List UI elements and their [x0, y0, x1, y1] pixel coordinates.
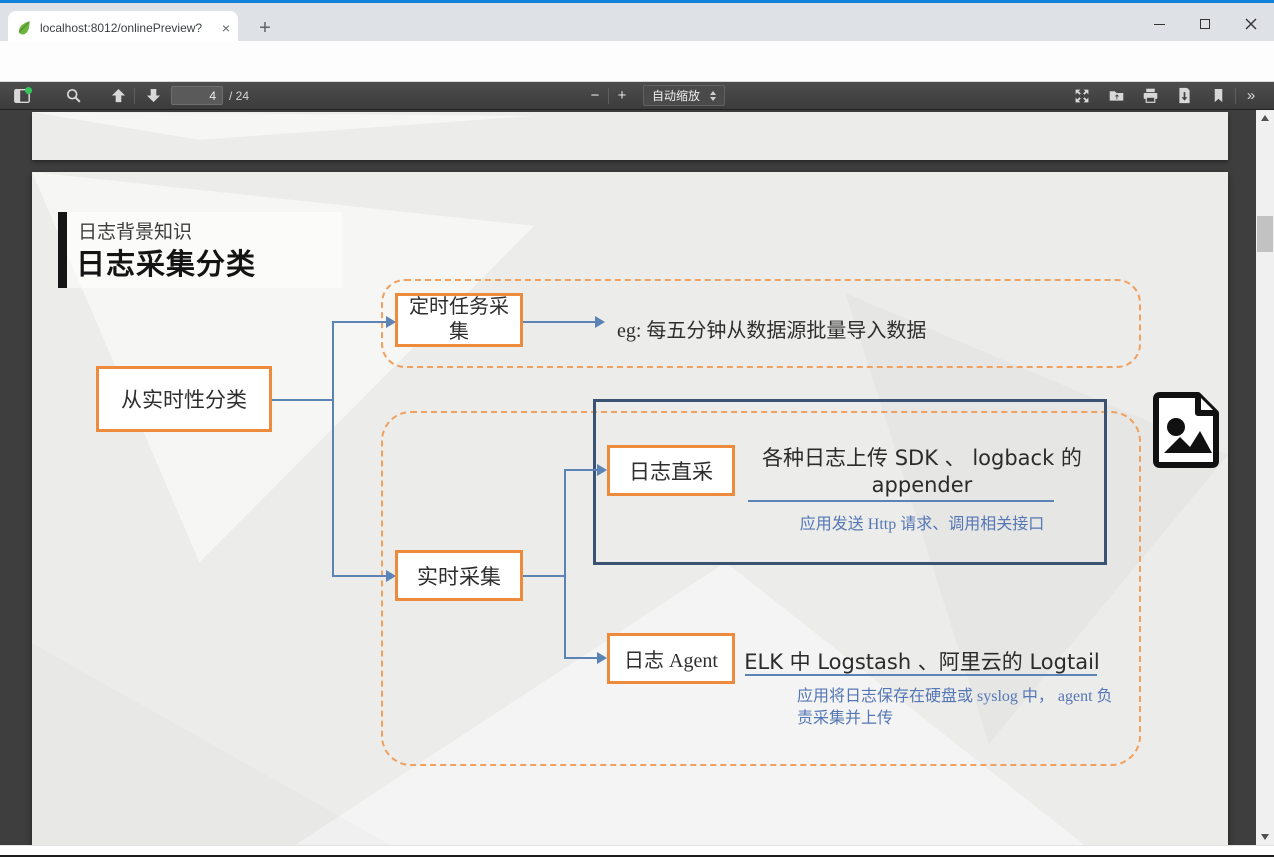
slide-title: 日志采集分类 — [76, 241, 256, 283]
fullscreen-icon — [1074, 88, 1090, 104]
new-tab-button[interactable]: + — [252, 15, 278, 41]
page-up-button[interactable] — [102, 82, 134, 110]
connector — [333, 321, 386, 323]
connector — [523, 575, 566, 577]
agent-note: 应用将日志保存在硬盘或 syslog 中， agent 负责采集并上传 — [797, 686, 1117, 729]
page-up-icon — [111, 88, 126, 103]
titlebar: localhost:8012/onlinePreview? × + — [0, 3, 1274, 41]
agent-separator — [745, 674, 1097, 676]
arrowhead — [595, 316, 605, 328]
connector — [332, 321, 334, 577]
direct-note: 应用发送 Http 请求、调用相关接口 — [742, 510, 1102, 534]
node-realtime-collect: 实时采集 — [395, 550, 523, 601]
agent-heading: ELK 中 Logstash 、阿里云的 Logtail — [742, 646, 1102, 676]
connector — [333, 575, 386, 577]
tab-title: localhost:8012/onlinePreview? — [40, 21, 214, 35]
vertical-scrollbar[interactable] — [1256, 110, 1274, 845]
node-root: 从实时性分类 — [96, 366, 272, 432]
direct-separator — [748, 500, 1054, 502]
tab-close-icon[interactable]: × — [222, 21, 230, 35]
node-log-agent: 日志 Agent — [607, 633, 735, 684]
horizontal-scrollbar[interactable] — [0, 845, 1274, 855]
zoom-select-label: 自动缩放 — [652, 87, 700, 104]
presentation-mode-button[interactable] — [1065, 82, 1099, 110]
spring-leaf-favicon — [16, 20, 32, 36]
download-icon — [1176, 87, 1193, 104]
sidebar-toggle-button[interactable] — [0, 82, 44, 110]
zoom-out-button[interactable]: − — [582, 82, 608, 110]
node-timed-collect: 定时任务采集 — [395, 293, 523, 347]
scroll-up-button[interactable] — [1256, 110, 1274, 126]
pdf-toolbar: / 24 − + 自动缩放 — [0, 82, 1274, 110]
open-file-button[interactable] — [1099, 82, 1133, 110]
node-direct-collect: 日志直采 — [607, 445, 735, 496]
bookmark-icon — [1211, 88, 1226, 103]
secondary-toolbar-toggle[interactable]: » — [1236, 82, 1266, 110]
zoom-select-arrows-icon — [710, 91, 716, 101]
find-button[interactable] — [44, 82, 102, 110]
arrowhead — [597, 464, 607, 476]
connector — [564, 469, 566, 659]
zoom-select[interactable]: 自动缩放 — [643, 85, 725, 106]
page-down-icon — [146, 88, 161, 103]
page-down-button[interactable] — [135, 82, 171, 110]
pdf-page-4: 日志背景知识 日志采集分类 从实时性分类 定时任务采集 实时采集 日志直采 日志… — [32, 172, 1228, 845]
pdf-viewer-area[interactable]: 日志背景知识 日志采集分类 从实时性分类 定时任务采集 实时采集 日志直采 日志… — [0, 110, 1274, 857]
scrollbar-thumb[interactable] — [1257, 216, 1273, 252]
page-number-input[interactable] — [171, 86, 223, 105]
connector — [565, 657, 597, 659]
bookmark-button[interactable] — [1201, 82, 1235, 110]
close-icon — [1245, 18, 1257, 30]
direct-heading: 各种日志上传 SDK 、 logback 的 appender — [742, 445, 1102, 500]
print-icon — [1142, 87, 1159, 104]
page-count-label: / 24 — [229, 89, 249, 103]
browser-tab[interactable]: localhost:8012/onlinePreview? × — [8, 11, 238, 44]
maximize-button[interactable] — [1182, 6, 1228, 42]
sidebar-notification-dot — [25, 87, 32, 94]
print-button[interactable] — [1133, 82, 1167, 110]
scroll-down-button[interactable] — [1256, 829, 1274, 845]
arrowhead — [597, 652, 607, 664]
search-icon — [65, 87, 82, 104]
zoom-in-button[interactable]: + — [609, 82, 635, 110]
download-button[interactable] — [1167, 82, 1201, 110]
address-bar: localhost:8012/onlinePreview?url=http://… — [0, 41, 1274, 82]
window-controls — [1136, 6, 1274, 42]
broken-image-icon — [1152, 391, 1222, 469]
title-accent-bar — [58, 212, 67, 288]
timed-example-text: eg: 每五分钟从数据源批量导入数据 — [617, 314, 926, 343]
slide-kicker: 日志背景知识 — [78, 217, 192, 244]
minimize-button[interactable] — [1136, 6, 1182, 42]
open-file-icon — [1108, 87, 1125, 104]
pdf-page-3-bottom — [32, 112, 1228, 160]
close-button[interactable] — [1228, 6, 1274, 42]
connector — [565, 469, 597, 471]
connector — [272, 399, 333, 401]
connector — [523, 321, 595, 323]
